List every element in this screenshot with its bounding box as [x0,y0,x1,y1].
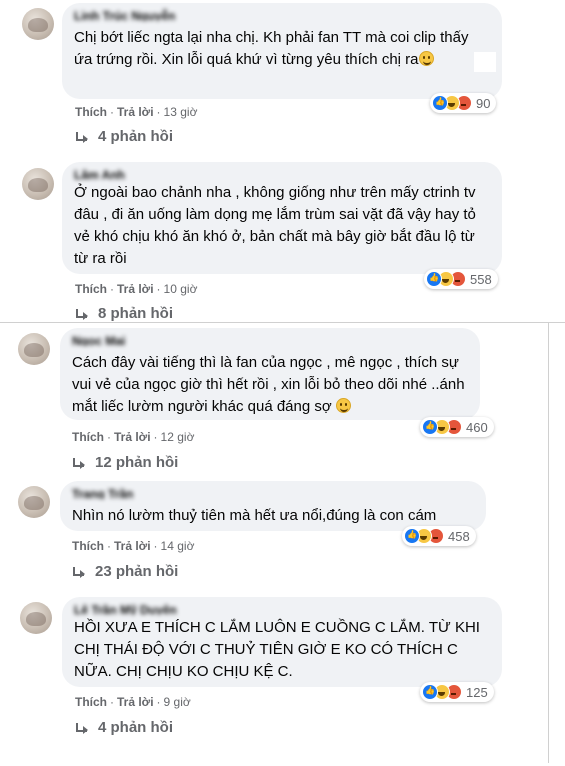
like-button[interactable]: Thích [75,105,107,119]
like-reaction-icon [422,419,438,435]
avatar[interactable] [18,486,50,518]
reaction-count: 558 [470,271,492,287]
comment-actions: Thích · Trả lời · 14 giờ [72,539,195,553]
view-replies-link[interactable]: 23 phản hồi [73,563,178,580]
like-reaction-icon [432,95,448,111]
reaction-count: 90 [476,95,491,111]
like-reaction-icon [426,271,442,287]
comment-bubble: Lâm Anh Ở ngoài bao chảnh nha , không gi… [62,162,502,274]
comment-text: HỒI XƯA E THÍCH C LẮM LUÔN E CUỒNG C LẮM… [74,619,480,680]
replies-count-label: 12 phản hồi [95,454,179,471]
comment-text: Nhìn nó lườm thuỷ tiên mà hết ưa nổi,đún… [72,507,437,524]
comment-text-wrap: Cách đây vài tiếng thì là fan của ngọc ,… [72,352,468,418]
comment-bubble: Lê Trần Mỹ Duyên HỒI XƯA E THÍCH C LẮM L… [62,597,502,687]
like-button[interactable]: Thích [72,430,104,444]
reply-arrow-icon [76,722,88,734]
like-button[interactable]: Thích [75,282,107,296]
comment-text: Ở ngoài bao chảnh nha , không giống như … [74,184,476,267]
reaction-summary[interactable]: 90 [430,93,497,113]
smile-emoji-icon [335,398,351,413]
avatar[interactable] [18,333,50,365]
avatar[interactable] [20,602,52,634]
comment-actions: Thích · Trả lời · 13 giờ [75,105,198,119]
replies-count-label: 4 phản hồi [98,719,173,736]
reaction-summary[interactable]: 125 [420,682,494,702]
reply-button[interactable]: Trả lời [114,430,151,444]
comment-actions: Thích · Trả lời · 10 giờ [75,282,198,296]
comment-text-wrap: Chị bớt liếc ngta lại nha chị. Kh phải f… [74,27,490,71]
avatar[interactable] [22,8,54,40]
comment-time[interactable]: 9 giờ [164,695,191,709]
screenshot-divider [0,322,565,323]
replies-count-label: 23 phản hồi [95,563,179,580]
reaction-count: 125 [466,684,488,700]
reaction-count: 460 [466,419,488,435]
reaction-count: 458 [448,528,470,544]
comment-bubble: Linh Trúc Nguyễn Chị bớt liếc ngta lại n… [62,3,502,99]
commenter-name[interactable]: Linh Trúc Nguyễn [74,9,490,21]
commenter-name[interactable]: Lâm Anh [74,168,490,180]
reply-arrow-icon [76,131,88,143]
reply-arrow-icon [73,457,85,469]
redaction-mark [474,52,496,72]
like-button[interactable]: Thích [75,695,107,709]
comment-actions: Thích · Trả lời · 12 giờ [72,430,195,444]
reply-button[interactable]: Trả lời [114,539,151,553]
like-button[interactable]: Thích [72,539,104,553]
comment-bubble: Trang Trần Nhìn nó lườm thuỷ tiên mà hết… [60,481,486,531]
view-replies-link[interactable]: 12 phản hồi [73,454,178,471]
replies-count-label: 4 phản hồi [98,128,173,145]
comment-bubble: Ngọc Mai Cách đây vài tiếng thì là fan c… [60,328,480,420]
screenshot-divider [548,323,549,763]
like-reaction-icon [422,684,438,700]
reaction-summary[interactable]: 460 [420,417,494,437]
reaction-summary[interactable]: 458 [402,526,476,546]
comment-time[interactable]: 14 giờ [161,539,195,553]
comment-time[interactable]: 12 giờ [161,430,195,444]
commenter-name[interactable]: Lê Trần Mỹ Duyên [74,603,490,615]
view-replies-link[interactable]: 4 phản hồi [76,719,173,736]
avatar[interactable] [22,168,54,200]
comment-actions: Thích · Trả lời · 9 giờ [75,695,191,709]
reply-button[interactable]: Trả lời [117,282,154,296]
view-replies-link[interactable]: 8 phản hồi [76,305,173,322]
reply-arrow-icon [76,308,88,320]
replies-count-label: 8 phản hồi [98,305,173,322]
commenter-name[interactable]: Ngọc Mai [72,334,468,346]
reply-button[interactable]: Trả lời [117,105,154,119]
reply-button[interactable]: Trả lời [117,695,154,709]
commenter-name[interactable]: Trang Trần [72,487,474,499]
view-replies-link[interactable]: 4 phản hồi [76,128,173,145]
smile-emoji-icon [418,51,434,66]
comment-time[interactable]: 10 giờ [164,282,198,296]
comment-text: Chị bớt liếc ngta lại nha chị. Kh phải f… [74,29,469,68]
reaction-summary[interactable]: 558 [424,269,498,289]
reply-arrow-icon [73,566,85,578]
comment-text: Cách đây vài tiếng thì là fan của ngọc ,… [72,354,465,415]
comment-time[interactable]: 13 giờ [164,105,198,119]
like-reaction-icon [404,528,420,544]
